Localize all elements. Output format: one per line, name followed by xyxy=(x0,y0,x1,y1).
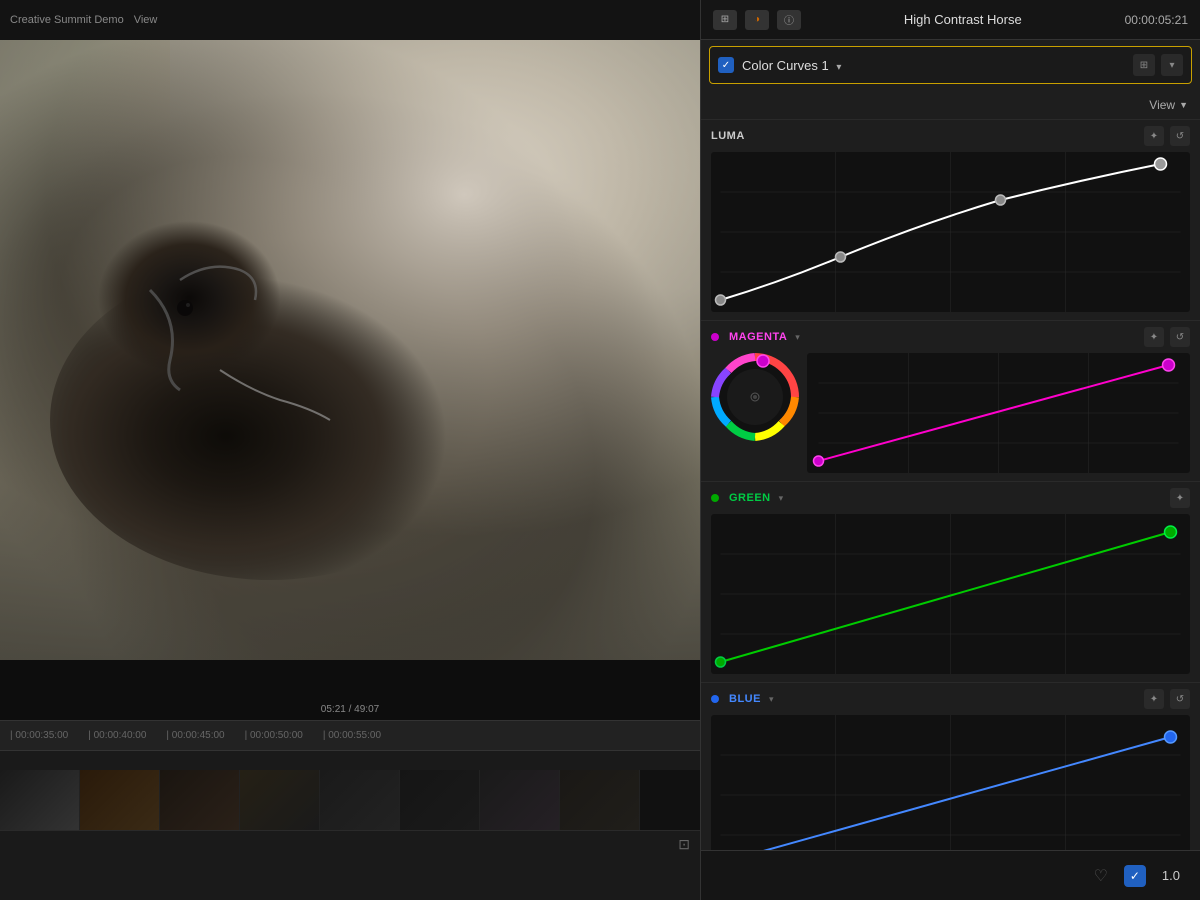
luma-curve-svg xyxy=(711,152,1190,312)
luma-label: LUMA xyxy=(711,130,745,142)
panel-title: High Contrast Horse xyxy=(904,12,1022,27)
curves-container[interactable]: LUMA ✦ ↺ xyxy=(701,120,1200,850)
blue-label-row: BLUE ▾ ✦ ↺ xyxy=(701,683,1200,715)
view-menu[interactable]: View xyxy=(134,14,158,26)
mix-value: 1.0 xyxy=(1162,868,1180,883)
magenta-dot xyxy=(711,333,719,341)
thumbnail-strip xyxy=(0,770,700,830)
timeline-track[interactable]: RED Windsor Forest Canon RAW... Canon RA… xyxy=(0,750,700,830)
timecode-display4: | 00:00:50:00 xyxy=(245,730,303,741)
green-chevron[interactable]: ▾ xyxy=(779,493,784,504)
magenta-label: MAGENTA xyxy=(729,331,787,343)
timecode-display: | 00:00:35:00 xyxy=(10,730,68,741)
blue-curve-graph[interactable] xyxy=(711,715,1190,850)
green-curve-graph[interactable] xyxy=(711,514,1190,674)
header-timecode: 00:00:05:21 xyxy=(1125,13,1188,27)
color-icon-btn[interactable]: ◑ xyxy=(745,10,769,30)
effect-dropdown-arrow[interactable]: ▾ xyxy=(836,62,841,73)
green-eyedropper[interactable]: ✦ xyxy=(1170,488,1190,508)
timeline-footer: ⊡ xyxy=(0,830,700,858)
luma-reset[interactable]: ↺ xyxy=(1170,126,1190,146)
blue-section: BLUE ▾ ✦ ↺ xyxy=(701,683,1200,850)
luma-section: LUMA ✦ ↺ xyxy=(701,120,1200,321)
fit-screen-icon[interactable]: ⊡ xyxy=(678,836,690,853)
checkmark-icon: ✓ xyxy=(722,60,730,71)
top-bar: Creative Summit Demo View xyxy=(0,0,700,40)
magenta-section: MAGENTA ▾ ✦ ↺ xyxy=(701,321,1200,482)
blue-chevron[interactable]: ▾ xyxy=(769,694,774,705)
magenta-curve-graph[interactable] xyxy=(807,353,1190,473)
magenta-chevron[interactable]: ▾ xyxy=(795,332,800,343)
color-wheel-container xyxy=(711,353,799,441)
timeline-bar: | 00:00:35:00 | 00:00:40:00 | 00:00:45:0… xyxy=(0,720,700,750)
header-left-controls: ⊞ ◑ ⓘ xyxy=(713,10,801,30)
view-button[interactable]: View ▼ xyxy=(1149,98,1188,112)
effect-icons: ⊞ ▾ xyxy=(1133,54,1183,76)
screen-icon-btn[interactable]: ⊞ xyxy=(1133,54,1155,76)
check-icon: ✓ xyxy=(1130,869,1140,883)
green-curve-svg xyxy=(711,514,1190,674)
luma-curve-graph[interactable] xyxy=(711,152,1190,312)
green-section: GREEN ▾ ✦ xyxy=(701,482,1200,683)
horse-svg xyxy=(0,40,700,660)
blue-label: BLUE xyxy=(729,693,761,705)
panel-header-bar: ⊞ ◑ ⓘ High Contrast Horse 00:00:05:21 xyxy=(701,0,1200,40)
blue-reset[interactable]: ↺ xyxy=(1170,689,1190,709)
magenta-curve-svg xyxy=(807,353,1190,473)
magenta-label-row: MAGENTA ▾ ✦ ↺ xyxy=(701,321,1200,353)
green-label: GREEN xyxy=(729,492,771,504)
dropdown-icon-btn[interactable]: ▾ xyxy=(1161,54,1183,76)
view-bar: View ▼ xyxy=(701,90,1200,120)
magenta-reset[interactable]: ↺ xyxy=(1170,327,1190,347)
effect-enable-checkbox[interactable]: ✓ xyxy=(718,57,734,73)
luma-eyedropper[interactable]: ✦ xyxy=(1144,126,1164,146)
timecode-display2: | 00:00:40:00 xyxy=(88,730,146,741)
luma-tools: ✦ ↺ xyxy=(1144,126,1190,146)
timeline-area: | 00:00:35:00 | 00:00:40:00 | 00:00:45:0… xyxy=(0,720,700,900)
magenta-tools: ✦ ↺ xyxy=(1144,327,1190,347)
blue-tools: ✦ ↺ xyxy=(1144,689,1190,709)
timecode-overlay: 05:21 / 49:07 xyxy=(321,704,379,715)
blue-eyedropper[interactable]: ✦ xyxy=(1144,689,1164,709)
info-icon-btn[interactable]: ⓘ xyxy=(777,10,801,30)
grid-icon-btn[interactable]: ⊞ xyxy=(713,10,737,30)
view-chevron: ▼ xyxy=(1179,100,1188,110)
enable-checkbox[interactable]: ✓ xyxy=(1124,865,1146,887)
effect-name-bar: ✓ Color Curves 1 ▾ ⊞ ▾ xyxy=(709,46,1192,84)
favorite-icon[interactable]: ♡ xyxy=(1094,866,1108,886)
view-label: View xyxy=(1149,98,1175,112)
luma-label-row: LUMA ✦ ↺ xyxy=(701,120,1200,152)
video-panel: Creative Summit Demo View xyxy=(0,0,700,900)
magenta-eyedropper[interactable]: ✦ xyxy=(1144,327,1164,347)
video-preview xyxy=(0,40,700,660)
green-label-row: GREEN ▾ ✦ xyxy=(701,482,1200,514)
timecode-display3: | 00:00:45:00 xyxy=(166,730,224,741)
color-wheel-svg[interactable] xyxy=(711,353,799,441)
blue-dot xyxy=(711,695,719,703)
green-dot xyxy=(711,494,719,502)
app-label: Creative Summit Demo xyxy=(10,14,124,26)
magenta-content xyxy=(711,353,1190,473)
color-panel: ⊞ ◑ ⓘ High Contrast Horse 00:00:05:21 ✓ … xyxy=(700,0,1200,900)
bottom-footer: ♡ ✓ 1.0 xyxy=(701,850,1200,900)
blue-curve-svg xyxy=(711,715,1190,850)
effect-name-text: Color Curves 1 xyxy=(742,58,829,73)
timecode-display5: | 00:00:55:00 xyxy=(323,730,381,741)
effect-name-label: Color Curves 1 ▾ xyxy=(742,58,1125,73)
green-tools: ✦ xyxy=(1170,488,1190,508)
